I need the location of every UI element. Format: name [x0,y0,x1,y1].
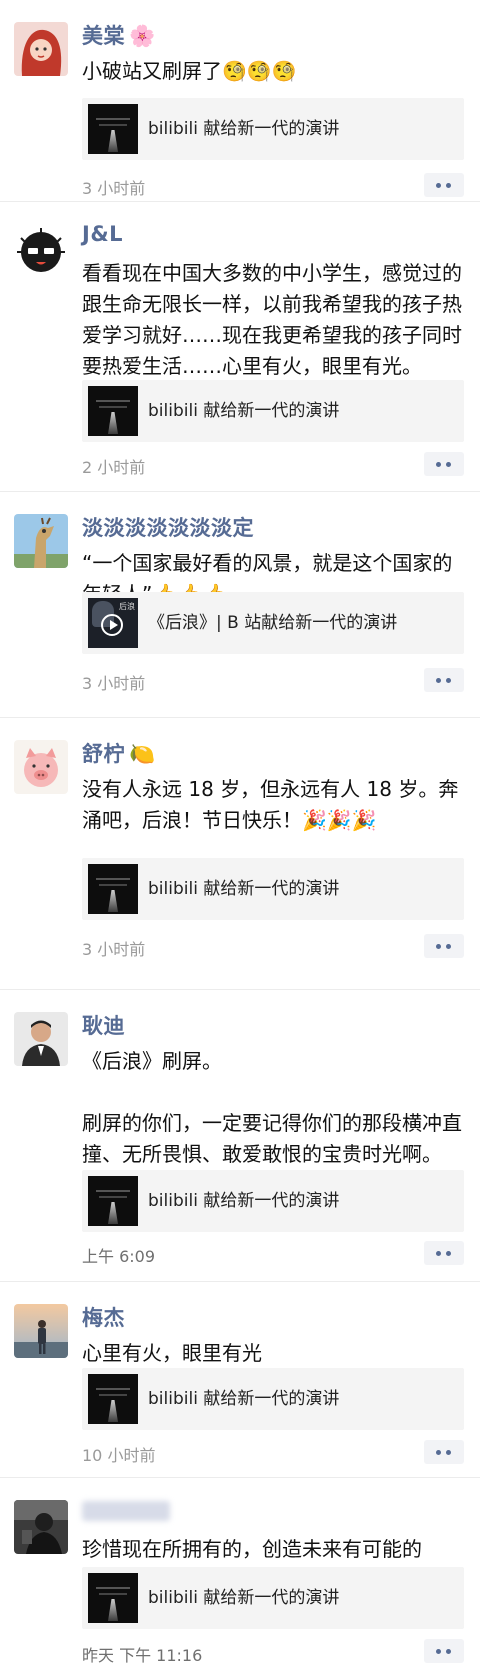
post-text: 珍惜现在所拥有的，创造未来有可能的 [82,1537,422,1561]
link-title: bilibili 献给新一代的演讲 [148,119,340,139]
post-text: 小破站又刷屏了🧐🧐🧐 [82,59,297,83]
post-time: 3 小时前 [82,674,146,693]
user-name[interactable]: 耿迪 [82,1010,125,1040]
link-title: bilibili 献给新一代的演讲 [148,879,340,899]
moment-post: 珍惜现在所拥有的，创造未来有可能的 bilibili 献给新一代的演讲 昨天 下… [0,1478,480,1665]
shared-link-card[interactable]: bilibili 献给新一代的演讲 [82,1567,464,1629]
post-text: 没有人永远 18 岁，但永远有人 18 岁。奔涌吧，后浪！节日快乐！🎉🎉🎉 [82,777,459,832]
more-options-button[interactable] [424,1440,464,1464]
link-thumbnail [88,864,138,914]
link-thumbnail [88,104,138,154]
user-name[interactable]: 淡淡淡淡淡淡淡定 [82,512,254,542]
link-title: bilibili 献给新一代的演讲 [148,1588,340,1608]
shared-link-card[interactable]: bilibili 献给新一代的演讲 [82,1368,464,1430]
post-time: 10 小时前 [82,1446,156,1465]
more-options-button[interactable] [424,1241,464,1265]
link-title: bilibili 献给新一代的演讲 [148,1191,340,1211]
link-thumbnail [88,1176,138,1226]
moment-post: 淡淡淡淡淡淡淡定 “一个国家最好看的风景，就是这个国家的年轻人”👍👍👍 后浪 《… [0,492,480,718]
shared-link-card[interactable]: 后浪 《后浪》| B 站献给新一代的演讲 [82,592,464,654]
more-options-button[interactable] [424,934,464,958]
link-thumbnail [88,1374,138,1424]
shared-link-card[interactable]: bilibili 献给新一代的演讲 [82,858,464,920]
flower-icon: 🌸 [129,24,156,48]
avatar[interactable] [14,514,68,568]
post-text: 看看现在中国大多数的中小学生，感觉过的跟生命无限长一样，以前我希望我的孩子热爱学… [82,261,462,378]
shared-link-card[interactable]: bilibili 献给新一代的演讲 [82,1170,464,1232]
lemon-icon: 🍋 [129,742,156,766]
user-name[interactable]: 美棠 🌸 [82,20,156,50]
video-thumbnail: 后浪 [88,598,138,648]
more-options-button[interactable] [424,173,464,197]
link-thumbnail [88,1573,138,1623]
avatar[interactable] [14,1500,68,1554]
avatar[interactable] [14,1012,68,1066]
more-options-button[interactable] [424,1639,464,1663]
shared-link-card[interactable]: bilibili 献给新一代的演讲 [82,98,464,160]
moment-post: 舒柠 🍋 没有人永远 18 岁，但永远有人 18 岁。奔涌吧，后浪！节日快乐！🎉🎉… [0,718,480,990]
avatar[interactable] [14,1304,68,1358]
play-icon [101,614,123,636]
post-text: 心里有火，眼里有光 [82,1341,262,1365]
avatar[interactable] [14,22,68,76]
moment-post: 梅杰 心里有火，眼里有光 bilibili 献给新一代的演讲 10 小时前 [0,1282,480,1478]
user-name[interactable]: J&L [82,222,123,246]
moment-post: J&L 看看现在中国大多数的中小学生，感觉过的跟生命无限长一样，以前我希望我的孩… [0,202,480,492]
post-time: 2 小时前 [82,458,146,477]
link-thumbnail [88,386,138,436]
post-time: 3 小时前 [82,940,146,959]
post-time: 3 小时前 [82,179,146,198]
link-title: 《后浪》| B 站献给新一代的演讲 [148,613,398,633]
user-name[interactable] [82,1498,170,1522]
more-options-button[interactable] [424,452,464,476]
link-title: bilibili 献给新一代的演讲 [148,1389,340,1409]
shared-link-card[interactable]: bilibili 献给新一代的演讲 [82,380,464,442]
post-time: 昨天 下午 11:16 [82,1646,203,1665]
user-name[interactable]: 梅杰 [82,1302,125,1332]
more-options-button[interactable] [424,668,464,692]
user-name[interactable]: 舒柠 🍋 [82,738,156,768]
avatar[interactable] [14,224,68,278]
post-time: 上午 6:09 [82,1247,156,1266]
avatar[interactable] [14,740,68,794]
moment-post: 耿迪 《后浪》刷屏。 刷屏的你们，一定要记得你们的那段横冲直撞、无所畏惧、敢爱敢… [0,990,480,1282]
link-title: bilibili 献给新一代的演讲 [148,401,340,421]
moment-post: 美棠 🌸 小破站又刷屏了🧐🧐🧐 bilibili 献给新一代的演讲 3 小时前 [0,0,480,202]
blurred-name [82,1501,170,1521]
post-text: 《后浪》刷屏。 刷屏的你们，一定要记得你们的那段横冲直撞、无所畏惧、敢爱敢恨的宝… [82,1049,462,1166]
